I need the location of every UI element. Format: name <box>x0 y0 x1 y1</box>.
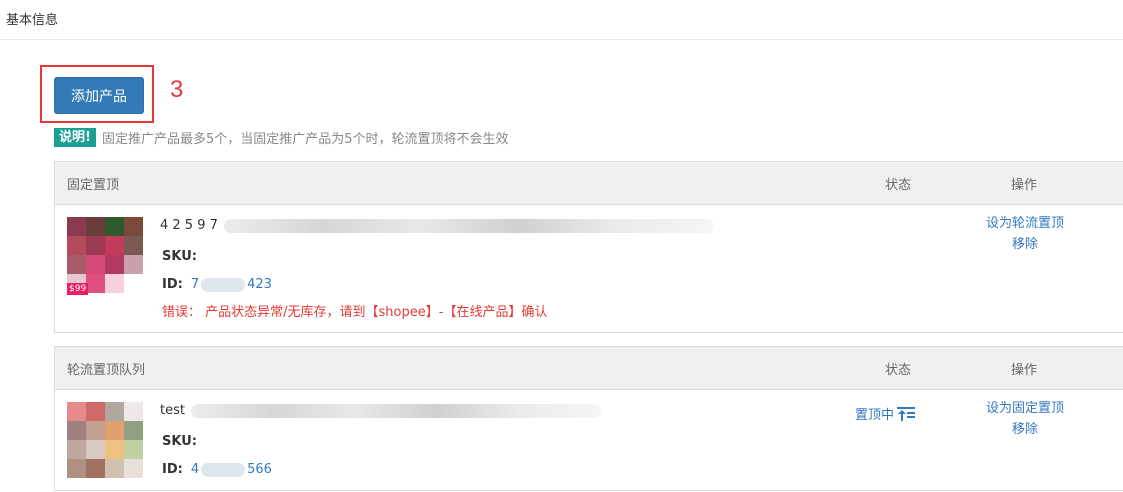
product-id-label: ID: <box>162 462 183 477</box>
product-name: test <box>160 403 601 418</box>
price-tag: $99 <box>67 283 89 295</box>
product-id-label: ID: <box>162 277 183 292</box>
action-column-header: 操作 <box>1010 178 1037 193</box>
error-text: 产品状态异常/无库存，请到【shopee】-【在线产品】确认 <box>205 305 548 320</box>
header-divider <box>0 39 1123 40</box>
pin-top-icon <box>897 406 916 421</box>
status-text: 置顶中 <box>855 408 895 423</box>
page-header-title: 基本信息 <box>6 13 59 28</box>
product-id-suffix[interactable]: 566 <box>247 462 272 477</box>
product-actions: 设为固定置顶 移除 <box>970 398 1080 440</box>
product-name-text: test <box>160 403 185 418</box>
product-actions: 设为轮流置顶 移除 <box>970 213 1080 255</box>
product-id-line: ID: 7 423 <box>162 277 272 292</box>
product-name: 4 2 5 9 7 <box>160 218 714 233</box>
product-thumbnail <box>67 217 143 293</box>
redacted-id <box>201 462 246 477</box>
set-fixed-link[interactable]: 设为固定置顶 <box>970 398 1080 419</box>
panel-title: 固定置顶 <box>67 178 120 193</box>
fixed-panel-header: 固定置顶 状态 操作 <box>55 162 1123 205</box>
product-id-prefix[interactable]: 7 <box>191 277 199 292</box>
status-column-header: 状态 <box>884 178 911 193</box>
product-sku: SKU: <box>162 434 197 449</box>
remove-link[interactable]: 移除 <box>970 419 1080 440</box>
product-id-prefix[interactable]: 4 <box>191 462 199 477</box>
remove-link[interactable]: 移除 <box>970 234 1080 255</box>
product-row: test SKU: ID: 4 566 置顶中 设为固定置顶 移除 <box>55 390 1123 492</box>
panel-title: 轮流置顶队列 <box>67 363 146 378</box>
add-product-button[interactable]: 添加产品 <box>54 77 144 114</box>
product-sku: SKU: <box>162 249 197 264</box>
set-rotation-link[interactable]: 设为轮流置顶 <box>970 213 1080 234</box>
pin-status[interactable]: 置顶中 <box>855 404 916 423</box>
notice-badge: 说明! <box>54 128 96 147</box>
product-row: $99 4 2 5 9 7 SKU: ID: 7 423 错误： 产品状态异常/… <box>55 205 1123 333</box>
rotation-panel-header: 轮流置顶队列 状态 操作 <box>55 347 1123 390</box>
fixed-pin-panel: 固定置顶 状态 操作 $99 4 2 5 9 7 SKU: ID: 7 423 … <box>54 161 1123 333</box>
notice-bar: 说明! 固定推广产品最多5个，当固定推广产品为5个时，轮流置顶将不会生效 <box>54 128 508 147</box>
step-annotation: 3 <box>170 76 184 103</box>
redacted-id <box>201 277 246 292</box>
redacted-name <box>223 218 714 233</box>
product-name-text: 4 2 5 9 7 <box>160 218 218 233</box>
status-column-header: 状态 <box>884 363 911 378</box>
error-label: 错误： <box>162 305 202 320</box>
redacted-name <box>190 403 601 418</box>
product-id-line: ID: 4 566 <box>162 462 272 477</box>
rotation-queue-panel: 轮流置顶队列 状态 操作 test SKU: ID: 4 566 置顶中 设为固… <box>54 346 1123 491</box>
action-column-header: 操作 <box>1010 363 1037 378</box>
product-id-suffix[interactable]: 423 <box>247 277 272 292</box>
product-error: 错误： 产品状态异常/无库存，请到【shopee】-【在线产品】确认 <box>162 301 547 320</box>
product-thumbnail <box>67 402 143 478</box>
notice-text: 固定推广产品最多5个，当固定推广产品为5个时，轮流置顶将不会生效 <box>101 132 509 147</box>
